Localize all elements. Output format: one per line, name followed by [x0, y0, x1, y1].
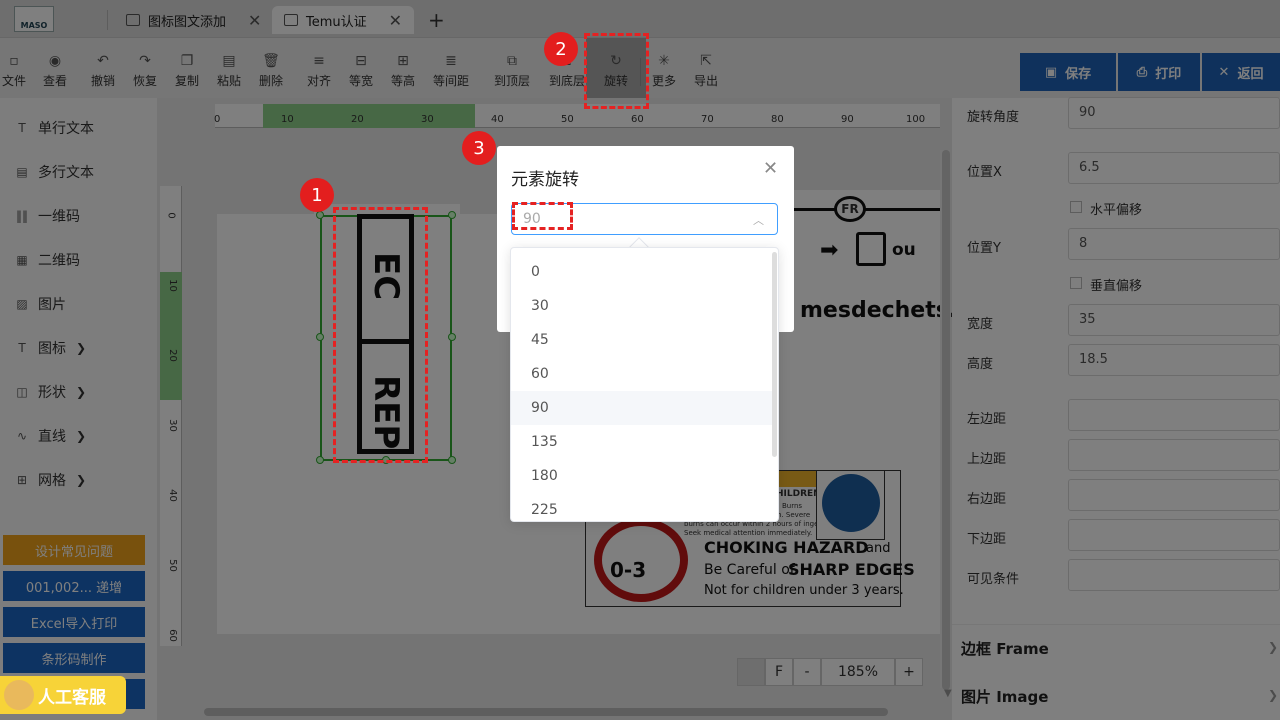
close-icon[interactable]: ✕ — [763, 158, 778, 179]
annotation-badge-3: 3 — [462, 131, 496, 165]
rotate-dropdown: 0 30 45 60 90 135 180 225 — [510, 247, 779, 522]
dropdown-scrollbar[interactable] — [772, 252, 777, 457]
option-30[interactable]: 30 — [511, 289, 773, 323]
option-60[interactable]: 60 — [511, 357, 773, 391]
annotation-box-3 — [512, 202, 573, 230]
option-0[interactable]: 0 — [511, 255, 773, 289]
option-135[interactable]: 135 — [511, 425, 773, 459]
avatar — [4, 680, 34, 710]
chevron-up-icon[interactable]: ︿ — [753, 212, 764, 228]
annotation-badge-2: 2 — [544, 32, 578, 66]
annotation-box-1 — [333, 207, 428, 463]
option-45[interactable]: 45 — [511, 323, 773, 357]
option-90[interactable]: 90 — [511, 391, 773, 425]
annotation-box-2 — [584, 33, 649, 109]
dialog-title: 元素旋转 — [511, 170, 579, 190]
annotation-badge-1: 1 — [300, 178, 334, 212]
option-180[interactable]: 180 — [511, 459, 773, 493]
chat-support-button[interactable]: 人工客服 — [0, 676, 126, 714]
option-225[interactable]: 225 — [511, 493, 773, 521]
